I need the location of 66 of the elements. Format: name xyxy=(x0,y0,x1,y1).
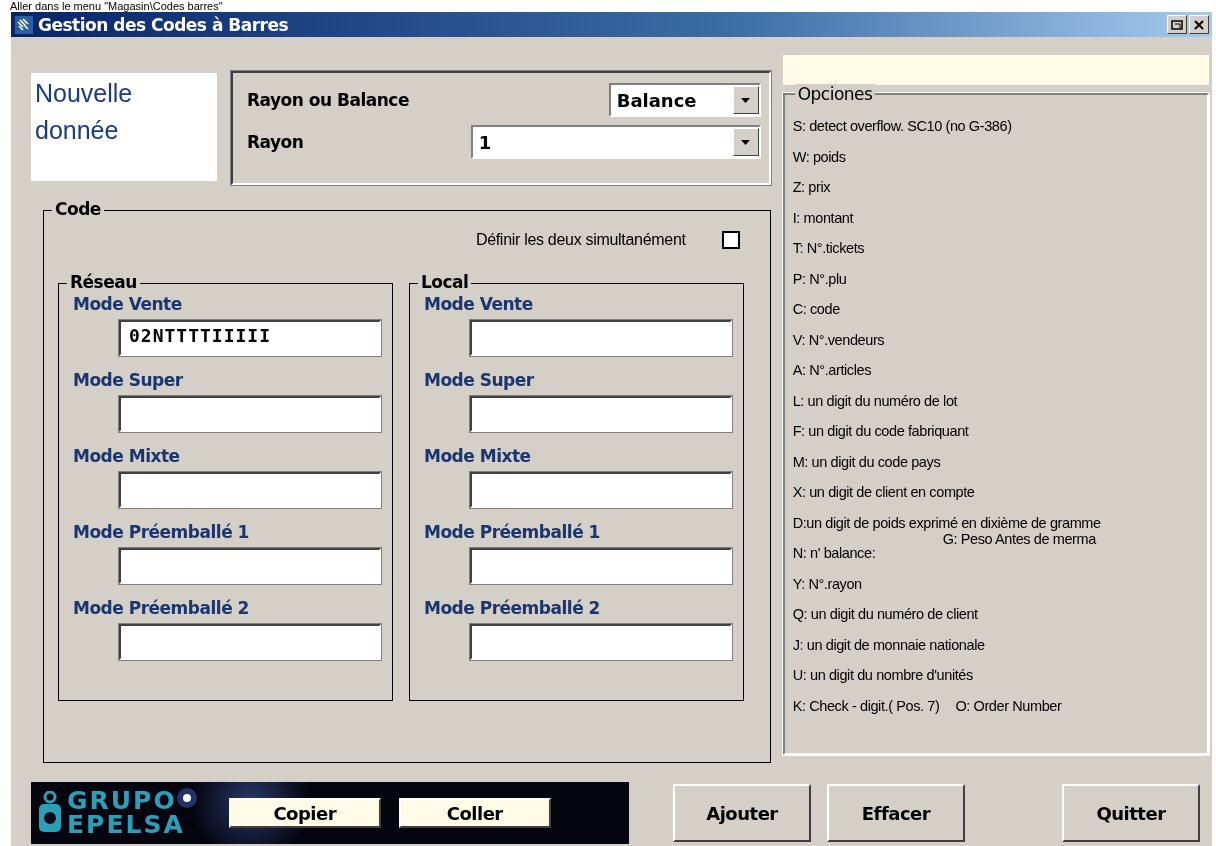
option-text: G: Peso Antes de merma xyxy=(942,531,1096,547)
option-text: D:un digit de poids exprimé en dixième de gramme xyxy=(792,514,1101,531)
option-text: C: code xyxy=(792,301,840,318)
barcode-app-icon xyxy=(15,15,33,34)
option-text: Y: N°.rayon xyxy=(792,575,862,592)
input-field[interactable] xyxy=(119,472,381,508)
field-label: Mode Préemballé 1 xyxy=(73,522,250,544)
field-label: Mode Mixte xyxy=(424,446,532,468)
input-field[interactable] xyxy=(119,624,381,660)
input-field[interactable] xyxy=(470,320,732,356)
option-text: W: poids xyxy=(792,148,846,165)
caption-text: Aller dans le menu "Magasin\Codes barres" xyxy=(9,0,224,12)
input-field[interactable] xyxy=(470,396,732,432)
option-text: Z: prix xyxy=(792,179,831,196)
option-text: Q: un digit du numéro de client xyxy=(792,606,978,623)
new-entry-label: Nouvelle donnée xyxy=(31,73,217,181)
restore-button[interactable] xyxy=(1167,15,1187,34)
field-label: Mode Préemballé 2 xyxy=(73,598,250,620)
checkbox[interactable] xyxy=(721,231,740,249)
input-field[interactable] xyxy=(470,472,732,508)
sparkle-icon xyxy=(174,786,199,810)
dropdown-field[interactable]: 1 xyxy=(470,125,761,159)
field-label: Mode Vente xyxy=(424,294,534,316)
option-text: N: n' balance: xyxy=(792,545,876,562)
window-title: Gestion des Codes à Barres xyxy=(38,14,289,35)
field-label: Mode Préemballé 1 xyxy=(424,522,601,544)
option-text: K: Check - digit.( Pos. 7) xyxy=(792,697,940,714)
input-field[interactable] xyxy=(119,548,381,584)
selector-label: Rayon xyxy=(247,132,304,152)
selector-label: Rayon ou Balance xyxy=(247,90,409,110)
option-text: F: un digit du code fabriquant xyxy=(792,423,969,440)
option-text: O: Order Number xyxy=(955,697,1062,714)
field-label: Mode Mixte xyxy=(73,446,181,468)
field-label: Mode Vente xyxy=(73,294,183,316)
option-text: S: detect overflow. SC10 (no G-386) xyxy=(792,118,1012,135)
logo-text: EPELSA xyxy=(67,813,185,837)
option-text: L: un digit du numéro de lot xyxy=(792,392,958,409)
input-field[interactable]: 02NTTTTIIIII xyxy=(119,320,381,356)
option-text: I: montant xyxy=(792,209,854,226)
action-button[interactable]: Quitter xyxy=(1062,784,1200,842)
option-text: M: un digit du code pays xyxy=(792,453,941,470)
restore-icon xyxy=(1171,19,1183,30)
close-icon xyxy=(1194,19,1204,30)
option-text: X: un digit de client en compte xyxy=(792,484,975,501)
field-label: Mode Préemballé 2 xyxy=(424,598,601,620)
option-text: P: N°.plu xyxy=(792,270,847,287)
input-field[interactable] xyxy=(470,624,732,660)
checkbox-label: Définir les deux simultanément xyxy=(475,231,686,249)
clipboard-button[interactable]: Coller xyxy=(398,798,551,828)
field-label: Mode Super xyxy=(73,370,184,392)
input-field[interactable] xyxy=(119,396,381,432)
input-field[interactable] xyxy=(470,548,732,584)
options-title: Opciones xyxy=(794,84,876,104)
option-text: T: N°.tickets xyxy=(792,240,865,257)
scale-logo-icon xyxy=(37,791,63,835)
dropdown-field[interactable]: Balance xyxy=(608,83,761,117)
option-text: V: N°.vendeurs xyxy=(792,331,885,348)
clipboard-button[interactable]: Copier xyxy=(228,798,381,828)
option-text: J: un digit de monnaie nationale xyxy=(792,636,985,653)
option-text: U: un digit du nombre d'unités xyxy=(792,667,973,684)
logo-text: GRUPO xyxy=(67,789,178,813)
action-button[interactable]: Effacer xyxy=(827,784,965,842)
action-button[interactable]: Ajouter xyxy=(673,784,811,842)
option-text: A: N°.articles xyxy=(792,362,871,379)
field-label: Mode Super xyxy=(424,370,535,392)
close-button[interactable] xyxy=(1189,15,1209,34)
